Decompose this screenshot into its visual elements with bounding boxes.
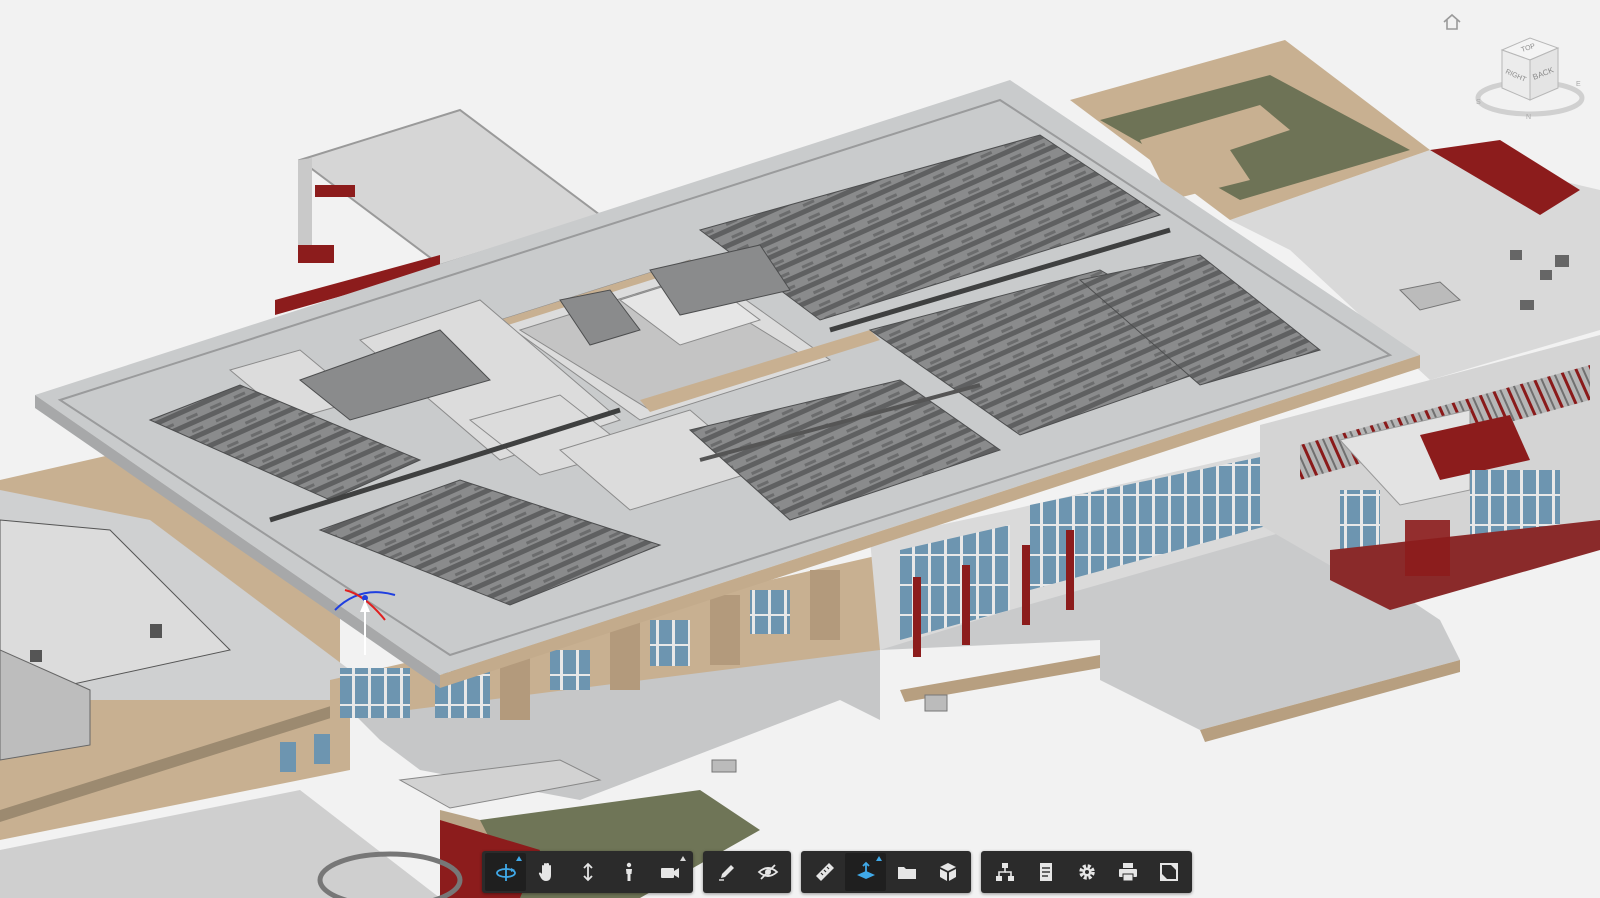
toolbar-group-markup — [703, 851, 791, 893]
zoom-button[interactable] — [567, 853, 608, 891]
home-view-button[interactable] — [1440, 10, 1464, 34]
zoom-arrows-icon — [582, 862, 593, 882]
folder-icon — [897, 867, 916, 879]
home-icon — [1443, 13, 1461, 30]
first-person-button[interactable] — [608, 853, 649, 891]
hide-button[interactable] — [747, 853, 788, 891]
toolbar-group-settings — [981, 851, 1192, 893]
gear-icon — [1078, 864, 1095, 880]
section-plane-icon — [856, 861, 875, 879]
cube-explode-icon — [939, 863, 956, 881]
building-3d-model[interactable] — [0, 0, 1600, 898]
camera-button[interactable] — [649, 853, 690, 891]
pencil-icon — [718, 865, 734, 881]
orbit-button[interactable] — [485, 853, 526, 891]
camera-icon — [660, 868, 679, 878]
flyout-indicator-icon — [516, 856, 522, 861]
fullscreen-button[interactable] — [1148, 853, 1189, 891]
print-button[interactable] — [1107, 853, 1148, 891]
section-button[interactable] — [845, 853, 886, 891]
pan-button[interactable] — [526, 853, 567, 891]
explode-button[interactable] — [927, 853, 968, 891]
printer-icon — [1118, 863, 1137, 882]
compass-label-s: S — [1476, 99, 1481, 106]
eye-hidden-icon — [757, 864, 778, 880]
tree-hierarchy-icon — [995, 863, 1014, 881]
compass-label-e: E — [1576, 81, 1581, 88]
viewer-toolbar — [482, 851, 1192, 893]
flyout-indicator-icon — [876, 856, 882, 861]
toolbar-group-analysis — [801, 851, 971, 893]
measure-button[interactable] — [804, 853, 845, 891]
views-button[interactable] — [886, 853, 927, 891]
pan-hand-icon — [538, 863, 551, 881]
model-viewport[interactable]: TOP RIGHT BACK N E S — [0, 0, 1600, 898]
properties-icon — [1039, 863, 1052, 881]
fullscreen-icon — [1159, 863, 1178, 881]
ruler-icon — [815, 863, 834, 881]
flyout-indicator-icon — [680, 856, 686, 861]
settings-button[interactable] — [1066, 853, 1107, 891]
compass-label-n: N — [1526, 114, 1531, 121]
viewcube[interactable]: TOP RIGHT BACK N E S — [1472, 28, 1590, 124]
toolbar-group-navigation — [482, 851, 693, 893]
properties-button[interactable] — [1025, 853, 1066, 891]
orbit-icon — [495, 864, 516, 881]
model-browser-button[interactable] — [984, 853, 1025, 891]
walk-person-icon — [625, 862, 632, 881]
markup-button[interactable] — [706, 853, 747, 891]
